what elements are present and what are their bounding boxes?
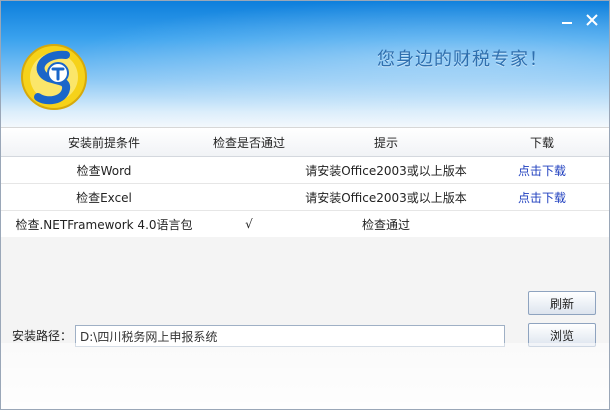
condition-cell: 检查Word (76, 163, 132, 178)
passed-cell: √ (245, 217, 253, 231)
table-row: 检查Word 请安装Office2003或以上版本 点击下载 (1, 157, 609, 184)
hint-cell: 检查通过 (361, 217, 410, 232)
tax-logo-icon (20, 43, 88, 111)
download-cell (481, 211, 603, 237)
installer-window: 您身边的财税专家！ 安装前提条件 检查是否通过 提示 下载 检查Word 请安装… (0, 0, 610, 410)
hint-cell: 请安装Office2003或以上版本 (305, 190, 467, 205)
column-header-download: 下载 (529, 135, 554, 150)
banner: 您身边的财税专家！ (1, 1, 609, 127)
hint-cell: 请安装Office2003或以上版本 (305, 163, 467, 178)
install-path-label: 安装路径： (12, 329, 73, 343)
column-header-condition: 安装前提条件 (67, 135, 140, 150)
column-header-passed: 检查是否通过 (212, 135, 285, 150)
condition-cell: 检查Excel (76, 190, 132, 205)
browse-button[interactable]: 浏览 (528, 323, 596, 347)
table-header: 安装前提条件 检查是否通过 提示 下载 (1, 128, 609, 157)
condition-cell: 检查.NETFramework 4.0语言包 (15, 217, 193, 232)
refresh-button[interactable]: 刷新 (528, 291, 596, 315)
download-link[interactable]: 点击下载 (481, 184, 603, 210)
table-row: 检查Excel 请安装Office2003或以上版本 点击下载 (1, 184, 609, 211)
prerequisite-table: 安装前提条件 检查是否通过 提示 下载 检查Word 请安装Office2003… (1, 127, 609, 237)
close-icon[interactable] (583, 11, 601, 29)
slogan: 您身边的财税专家！ (377, 49, 548, 70)
table-row: 检查.NETFramework 4.0语言包 √ 检查通过 (1, 211, 609, 237)
download-link[interactable]: 点击下载 (481, 157, 603, 183)
column-header-hint: 提示 (373, 135, 398, 150)
passed-cell (207, 184, 291, 210)
minimize-icon[interactable] (558, 11, 576, 29)
install-path-input[interactable] (75, 325, 505, 347)
passed-cell (207, 157, 291, 183)
